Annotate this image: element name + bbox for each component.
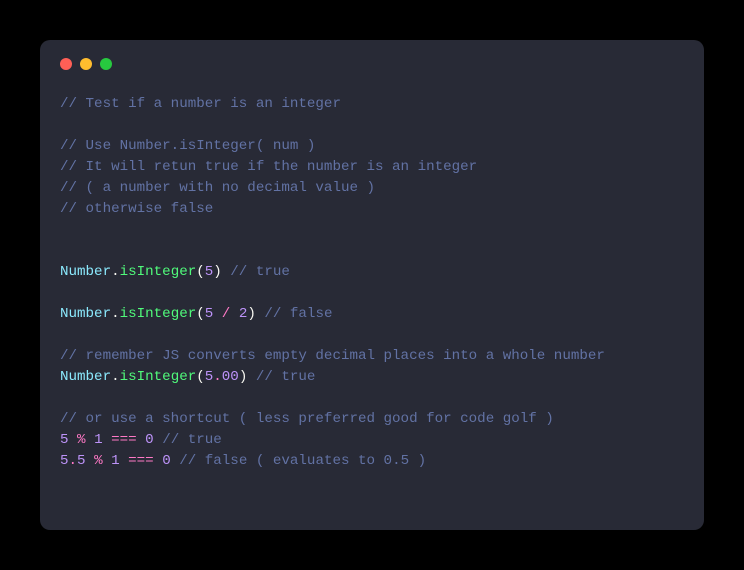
- minimize-icon[interactable]: [80, 58, 92, 70]
- comment: // ( a number with no decimal value ): [60, 180, 375, 196]
- function-token: isInteger: [120, 369, 197, 385]
- comment: // false: [264, 306, 332, 322]
- comment: // true: [162, 432, 222, 448]
- punct: ): [213, 264, 222, 280]
- comment: // Test if a number is an integer: [60, 96, 341, 112]
- number-token: 5: [60, 432, 69, 448]
- function-token: isInteger: [120, 306, 197, 322]
- window-controls: [60, 58, 684, 70]
- comment: // false ( evaluates to 0.5 ): [179, 453, 426, 469]
- operator-token: /: [222, 306, 231, 322]
- close-icon[interactable]: [60, 58, 72, 70]
- number-token: 5: [60, 453, 69, 469]
- punct: (: [196, 306, 205, 322]
- number-token: 1: [94, 432, 103, 448]
- number-token: 5: [77, 453, 86, 469]
- comment: // It will retun true if the number is a…: [60, 159, 477, 175]
- punct: (: [196, 264, 205, 280]
- comment: // remember JS converts empty decimal pl…: [60, 348, 605, 364]
- punct: .: [213, 369, 222, 385]
- comment: // true: [256, 369, 316, 385]
- operator-token: ===: [111, 432, 137, 448]
- punct: .: [69, 453, 78, 469]
- operator-token: ===: [128, 453, 154, 469]
- operator-token: %: [77, 432, 86, 448]
- number-token: 5: [205, 369, 214, 385]
- class-token: Number: [60, 264, 111, 280]
- comment: // or use a shortcut ( less preferred go…: [60, 411, 554, 427]
- function-token: isInteger: [120, 264, 197, 280]
- number-token: 00: [222, 369, 239, 385]
- class-token: Number: [60, 306, 111, 322]
- comment: // otherwise false: [60, 201, 213, 217]
- number-token: 5: [205, 306, 214, 322]
- number-token: 5: [205, 264, 214, 280]
- code-window: // Test if a number is an integer // Use…: [40, 40, 704, 530]
- punct: .: [111, 369, 120, 385]
- punct: .: [111, 264, 120, 280]
- punct: ): [239, 369, 248, 385]
- operator-token: %: [94, 453, 103, 469]
- punct: ): [247, 306, 256, 322]
- number-token: 0: [145, 432, 154, 448]
- comment: // true: [230, 264, 290, 280]
- comment: // Use Number.isInteger( num ): [60, 138, 315, 154]
- code-block: // Test if a number is an integer // Use…: [60, 94, 684, 472]
- number-token: 1: [111, 453, 120, 469]
- number-token: 0: [162, 453, 171, 469]
- maximize-icon[interactable]: [100, 58, 112, 70]
- class-token: Number: [60, 369, 111, 385]
- punct: .: [111, 306, 120, 322]
- punct: (: [196, 369, 205, 385]
